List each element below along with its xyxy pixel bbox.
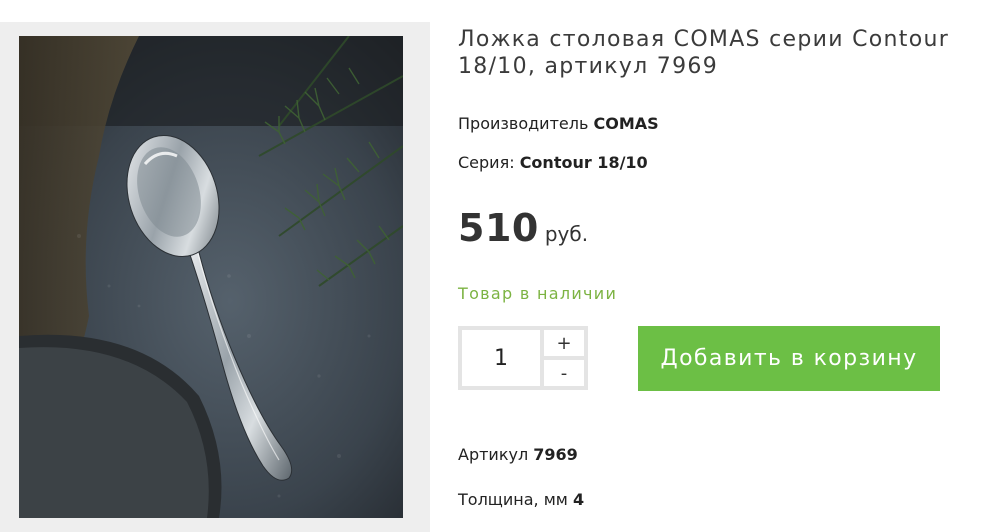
quantity-stepper: 1 + - xyxy=(458,326,588,390)
series-row: Серия: Contour 18/10 xyxy=(458,153,648,172)
manufacturer-value: COMAS xyxy=(593,114,659,133)
quantity-increase-button[interactable]: + xyxy=(544,330,584,356)
product-photo[interactable] xyxy=(19,36,403,518)
quantity-input[interactable]: 1 xyxy=(462,330,540,386)
series-value: Contour 18/10 xyxy=(519,153,648,172)
add-to-cart-button[interactable]: Добавить в корзину xyxy=(638,326,940,391)
sku-label: Артикул xyxy=(458,445,529,464)
spoon-image xyxy=(19,36,403,518)
sku-value: 7969 xyxy=(533,445,578,464)
series-label: Серия: xyxy=(458,153,515,172)
price-amount: 510 xyxy=(458,206,539,250)
manufacturer-label: Производитель xyxy=(458,114,589,133)
price: 510 руб. xyxy=(458,206,588,250)
product-title: Ложка столовая COMAS серии Contour 18/10… xyxy=(458,27,950,79)
product-page: Ложка столовая COMAS серии Contour 18/10… xyxy=(0,0,984,532)
thickness-row: Толщина, мм 4 xyxy=(458,490,584,509)
manufacturer-row: Производитель COMAS xyxy=(458,114,659,133)
price-currency: руб. xyxy=(544,222,589,246)
quantity-decrease-button[interactable]: - xyxy=(544,360,584,386)
sku-row: Артикул 7969 xyxy=(458,445,578,464)
product-gallery xyxy=(0,22,430,532)
thickness-value: 4 xyxy=(572,490,585,509)
thickness-label: Толщина, мм xyxy=(458,490,568,509)
stock-status: Товар в наличии xyxy=(458,284,618,303)
